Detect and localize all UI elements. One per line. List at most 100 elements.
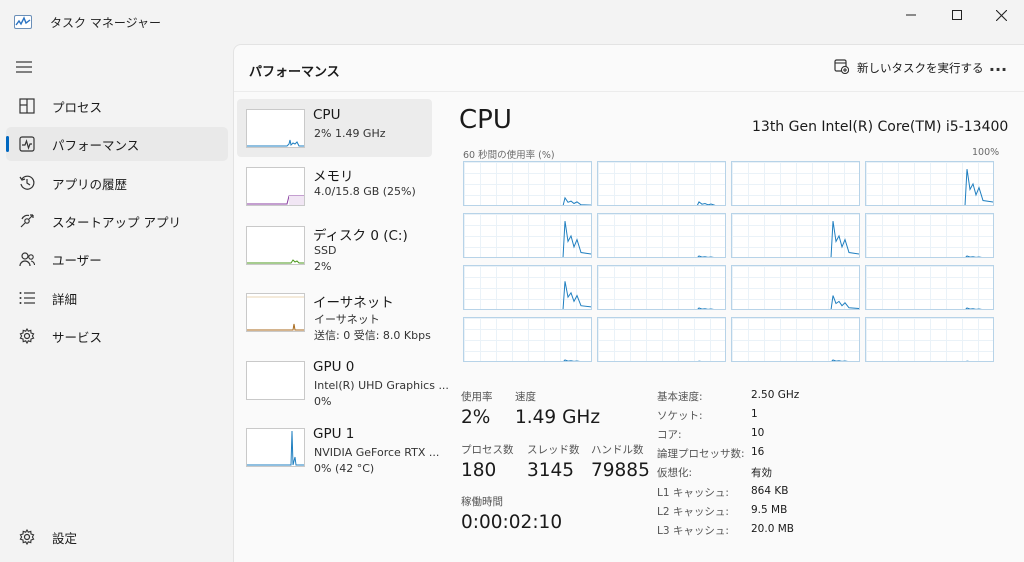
run-task-icon bbox=[834, 58, 850, 78]
task-manager-app-icon bbox=[14, 14, 32, 29]
logical-processor-graph bbox=[597, 161, 726, 206]
services-icon bbox=[18, 327, 36, 345]
run-task-label: 新しいタスクを実行する bbox=[857, 61, 984, 75]
settings-label: 設定 bbox=[52, 530, 78, 546]
resource-item-cpu[interactable]: CPU 2% 1.49 GHz bbox=[237, 99, 432, 157]
minimize-button[interactable] bbox=[888, 0, 934, 30]
spec-value: 16 bbox=[751, 446, 765, 458]
resource-sub: 0% bbox=[314, 395, 332, 408]
header-divider bbox=[234, 91, 1024, 92]
sidebar-item-services[interactable]: サービス bbox=[6, 319, 228, 353]
sidebar-item-label: 詳細 bbox=[52, 291, 78, 307]
run-new-task-button[interactable]: 新しいタスクを実行する bbox=[826, 53, 992, 83]
resource-sub: Intel(R) UHD Graphics ... bbox=[314, 379, 449, 392]
logical-processor-graph bbox=[865, 161, 994, 206]
cpu-model-name: 13th Gen Intel(R) Core(TM) i5-13400 bbox=[752, 119, 1009, 135]
resource-sub: 送信: 0 受信: 8.0 Kbps bbox=[314, 329, 431, 342]
resource-name: イーサネット bbox=[313, 295, 394, 311]
spec-value: 864 KB bbox=[751, 485, 789, 497]
resource-sub: SSD bbox=[314, 244, 337, 257]
resource-sub: 2% 1.49 GHz bbox=[314, 127, 386, 140]
hamburger-menu-button[interactable] bbox=[14, 58, 34, 76]
graph-caption: 60 秒間の使用率 (%) bbox=[463, 150, 555, 161]
resource-name: CPU bbox=[313, 107, 341, 123]
details-icon bbox=[18, 289, 36, 307]
sidebar-item-settings[interactable]: 設定 bbox=[6, 520, 228, 554]
ethernet-thumbnail-graph bbox=[246, 293, 305, 332]
performance-icon bbox=[18, 135, 36, 153]
resource-item-gpu1[interactable]: GPU 1 NVIDIA GeForce RTX ... 0% (42 °C) bbox=[237, 418, 439, 476]
sidebar-item-label: アプリの履歴 bbox=[52, 176, 128, 192]
page-title: パフォーマンス bbox=[249, 65, 340, 80]
spec-value: 20.0 MB bbox=[751, 523, 794, 535]
logical-processor-graph bbox=[463, 161, 592, 206]
logical-processor-graph bbox=[597, 213, 726, 258]
more-dots-icon: ··· bbox=[988, 59, 1008, 79]
logical-processor-graph bbox=[731, 161, 860, 206]
detail-title: CPU bbox=[459, 105, 512, 135]
processes-label: プロセス数 bbox=[461, 444, 514, 456]
resource-sub: 0% (42 °C) bbox=[314, 462, 375, 475]
resource-sub: NVIDIA GeForce RTX ... bbox=[314, 446, 440, 459]
gpu1-thumbnail-graph bbox=[246, 428, 305, 467]
speed-value: 1.49 GHz bbox=[515, 407, 601, 428]
sidebar-item-label: プロセス bbox=[52, 99, 103, 115]
graph-max-label: 100% bbox=[972, 147, 1000, 158]
resource-item-ethernet[interactable]: イーサネット イーサネット 送信: 0 受信: 8.0 Kbps bbox=[237, 283, 432, 342]
sidebar-item-app-history[interactable]: アプリの履歴 bbox=[6, 166, 228, 200]
window-title: タスク マネージャー bbox=[50, 16, 161, 30]
spec-value: 有効 bbox=[751, 467, 772, 479]
speed-label: 速度 bbox=[515, 391, 536, 403]
resource-sub: イーサネット bbox=[314, 313, 380, 326]
sidebar-item-startup-apps[interactable]: スタートアップ アプリ bbox=[6, 204, 228, 238]
memory-thumbnail-graph bbox=[246, 167, 305, 206]
logical-processor-graph bbox=[463, 213, 592, 258]
resource-name: GPU 0 bbox=[313, 359, 355, 375]
logical-processor-graph bbox=[865, 213, 994, 258]
logical-processor-graph bbox=[597, 317, 726, 362]
sidebar-item-users[interactable]: ユーザー bbox=[6, 242, 228, 276]
spec-key: L1 キャッシュ: bbox=[657, 487, 729, 499]
logical-processor-graphs bbox=[463, 161, 999, 363]
users-icon bbox=[18, 250, 36, 268]
sidebar-item-label: ユーザー bbox=[52, 252, 102, 268]
settings-gear-icon bbox=[18, 528, 36, 546]
resource-item-gpu0[interactable]: GPU 0 Intel(R) UHD Graphics ... 0% bbox=[237, 351, 449, 409]
close-button[interactable] bbox=[978, 0, 1024, 30]
spec-value: 2.50 GHz bbox=[751, 389, 800, 401]
logical-processor-graph bbox=[731, 317, 860, 362]
logical-processor-graph bbox=[731, 213, 860, 258]
logical-processor-graph bbox=[731, 265, 860, 310]
sidebar-item-processes[interactable]: プロセス bbox=[6, 89, 228, 123]
spec-key: コア: bbox=[657, 429, 682, 441]
sidebar-item-details[interactable]: 詳細 bbox=[6, 281, 228, 315]
resource-item-disk[interactable]: ディスク 0 (C:) SSD 2% bbox=[237, 216, 432, 274]
maximize-button[interactable] bbox=[934, 0, 980, 30]
logical-processor-graph bbox=[597, 265, 726, 310]
spec-value: 10 bbox=[751, 427, 765, 439]
disk-thumbnail-graph bbox=[246, 226, 305, 265]
usage-label: 使用率 bbox=[461, 391, 493, 403]
spec-key: ソケット: bbox=[657, 410, 703, 422]
more-options-button[interactable]: ··· bbox=[984, 55, 1012, 83]
handles-value: 79885 bbox=[591, 460, 650, 481]
logical-processor-graph bbox=[865, 317, 994, 362]
logical-processor-graph bbox=[463, 265, 592, 310]
usage-value: 2% bbox=[461, 407, 491, 428]
resource-sub: 4.0/15.8 GB (25%) bbox=[314, 185, 416, 198]
spec-key: 論理プロセッサ数: bbox=[657, 448, 745, 460]
sidebar-item-label: スタートアップ アプリ bbox=[52, 214, 181, 230]
spec-value: 1 bbox=[751, 408, 758, 420]
threads-value: 3145 bbox=[527, 460, 575, 481]
resource-name: ディスク 0 (C:) bbox=[313, 228, 408, 244]
spec-key: 仮想化: bbox=[657, 467, 693, 479]
sidebar-item-performance[interactable]: パフォーマンス bbox=[6, 127, 228, 161]
logical-processor-graph bbox=[865, 265, 994, 310]
handles-label: ハンドル数 bbox=[591, 444, 644, 456]
startup-apps-icon bbox=[18, 212, 36, 230]
resource-item-memory[interactable]: メモリ 4.0/15.8 GB (25%) bbox=[237, 157, 432, 215]
app-history-icon bbox=[18, 174, 36, 192]
gpu0-thumbnail-graph bbox=[246, 361, 305, 400]
processes-icon bbox=[18, 97, 36, 115]
uptime-value: 0:00:02:10 bbox=[461, 512, 563, 533]
